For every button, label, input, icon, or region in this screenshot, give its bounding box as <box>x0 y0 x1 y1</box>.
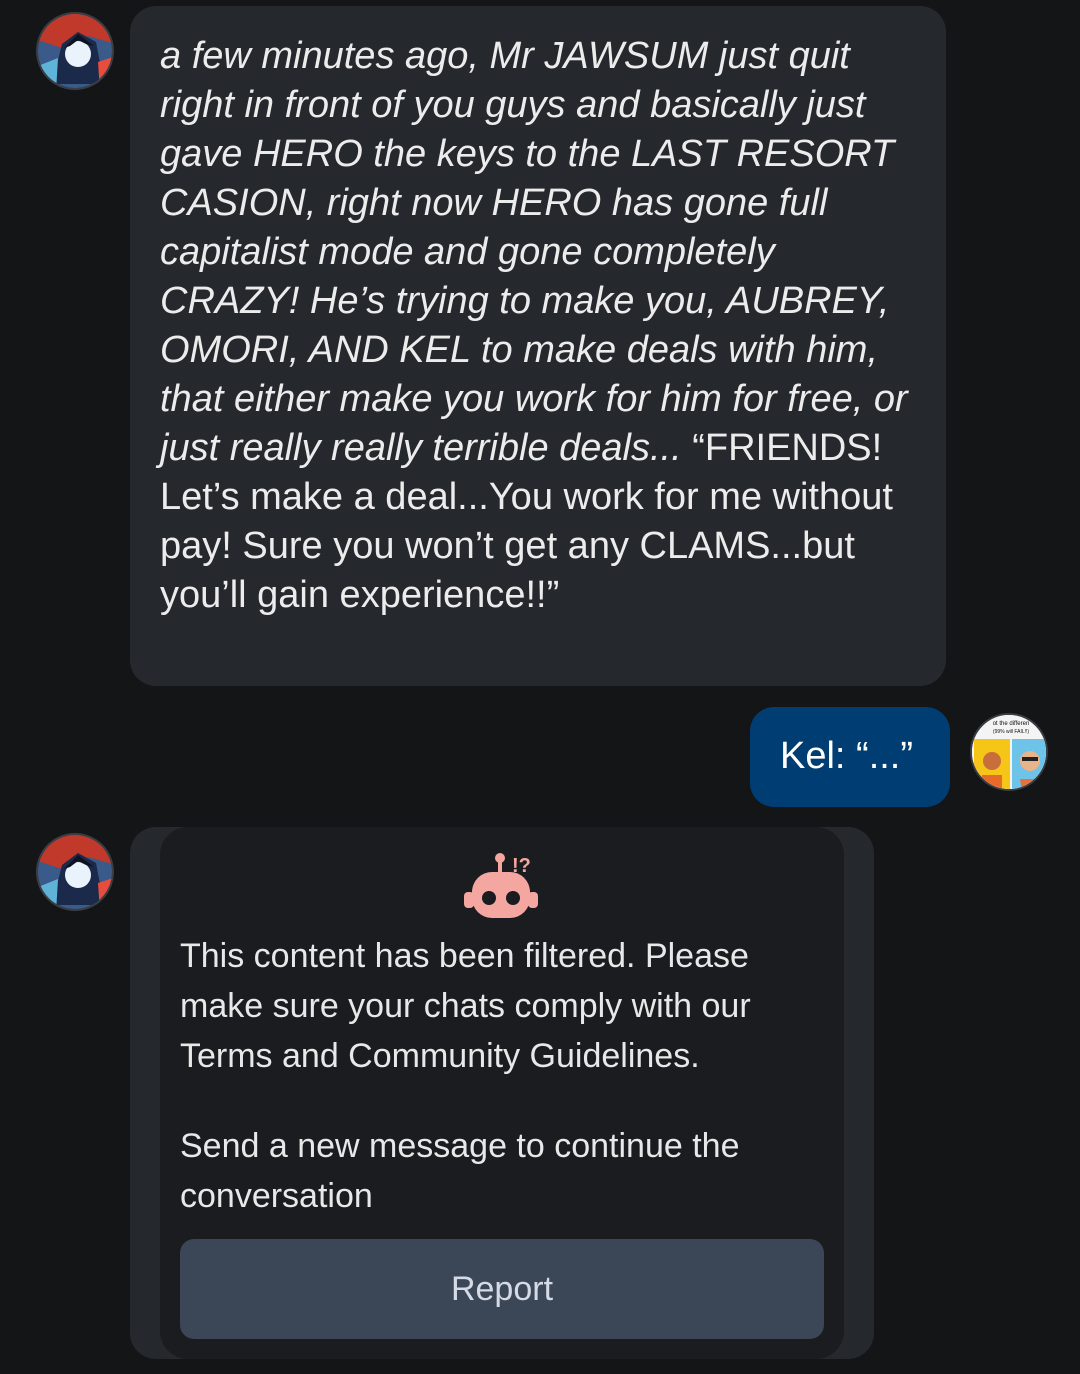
narration-text: a few minutes ago, Mr JAWSUM just quit r… <box>160 35 908 469</box>
character-avatar[interactable] <box>36 12 114 90</box>
robot-alert-badge: !? <box>512 855 531 877</box>
avatar-caption-2: (99% will FAIL!!) <box>993 729 1029 735</box>
robot-alert-icon: !? <box>464 853 538 918</box>
user-message-text: Kel: “...” <box>780 735 914 777</box>
character-message-bubble: a few minutes ago, Mr JAWSUM just quit r… <box>130 6 946 686</box>
continue-hint-text: Send a new message to continue the conve… <box>180 1127 740 1215</box>
character-message-text: a few minutes ago, Mr JAWSUM just quit r… <box>160 32 920 620</box>
anime-character-avatar-icon <box>38 835 112 909</box>
user-message-bubble: Kel: “...” <box>750 707 950 807</box>
avatar-caption-1: ot the differen <box>993 721 1030 727</box>
anime-character-avatar-icon <box>38 14 112 88</box>
user-avatar[interactable]: ot the differen (99% will FAIL!!) <box>970 713 1048 791</box>
report-button[interactable]: Report <box>180 1239 824 1339</box>
meme-user-avatar-icon: ot the differen (99% will FAIL!!) <box>972 715 1046 789</box>
filter-notice-text: This content has been filtered. Please m… <box>180 937 751 1075</box>
character-avatar[interactable] <box>36 833 114 911</box>
